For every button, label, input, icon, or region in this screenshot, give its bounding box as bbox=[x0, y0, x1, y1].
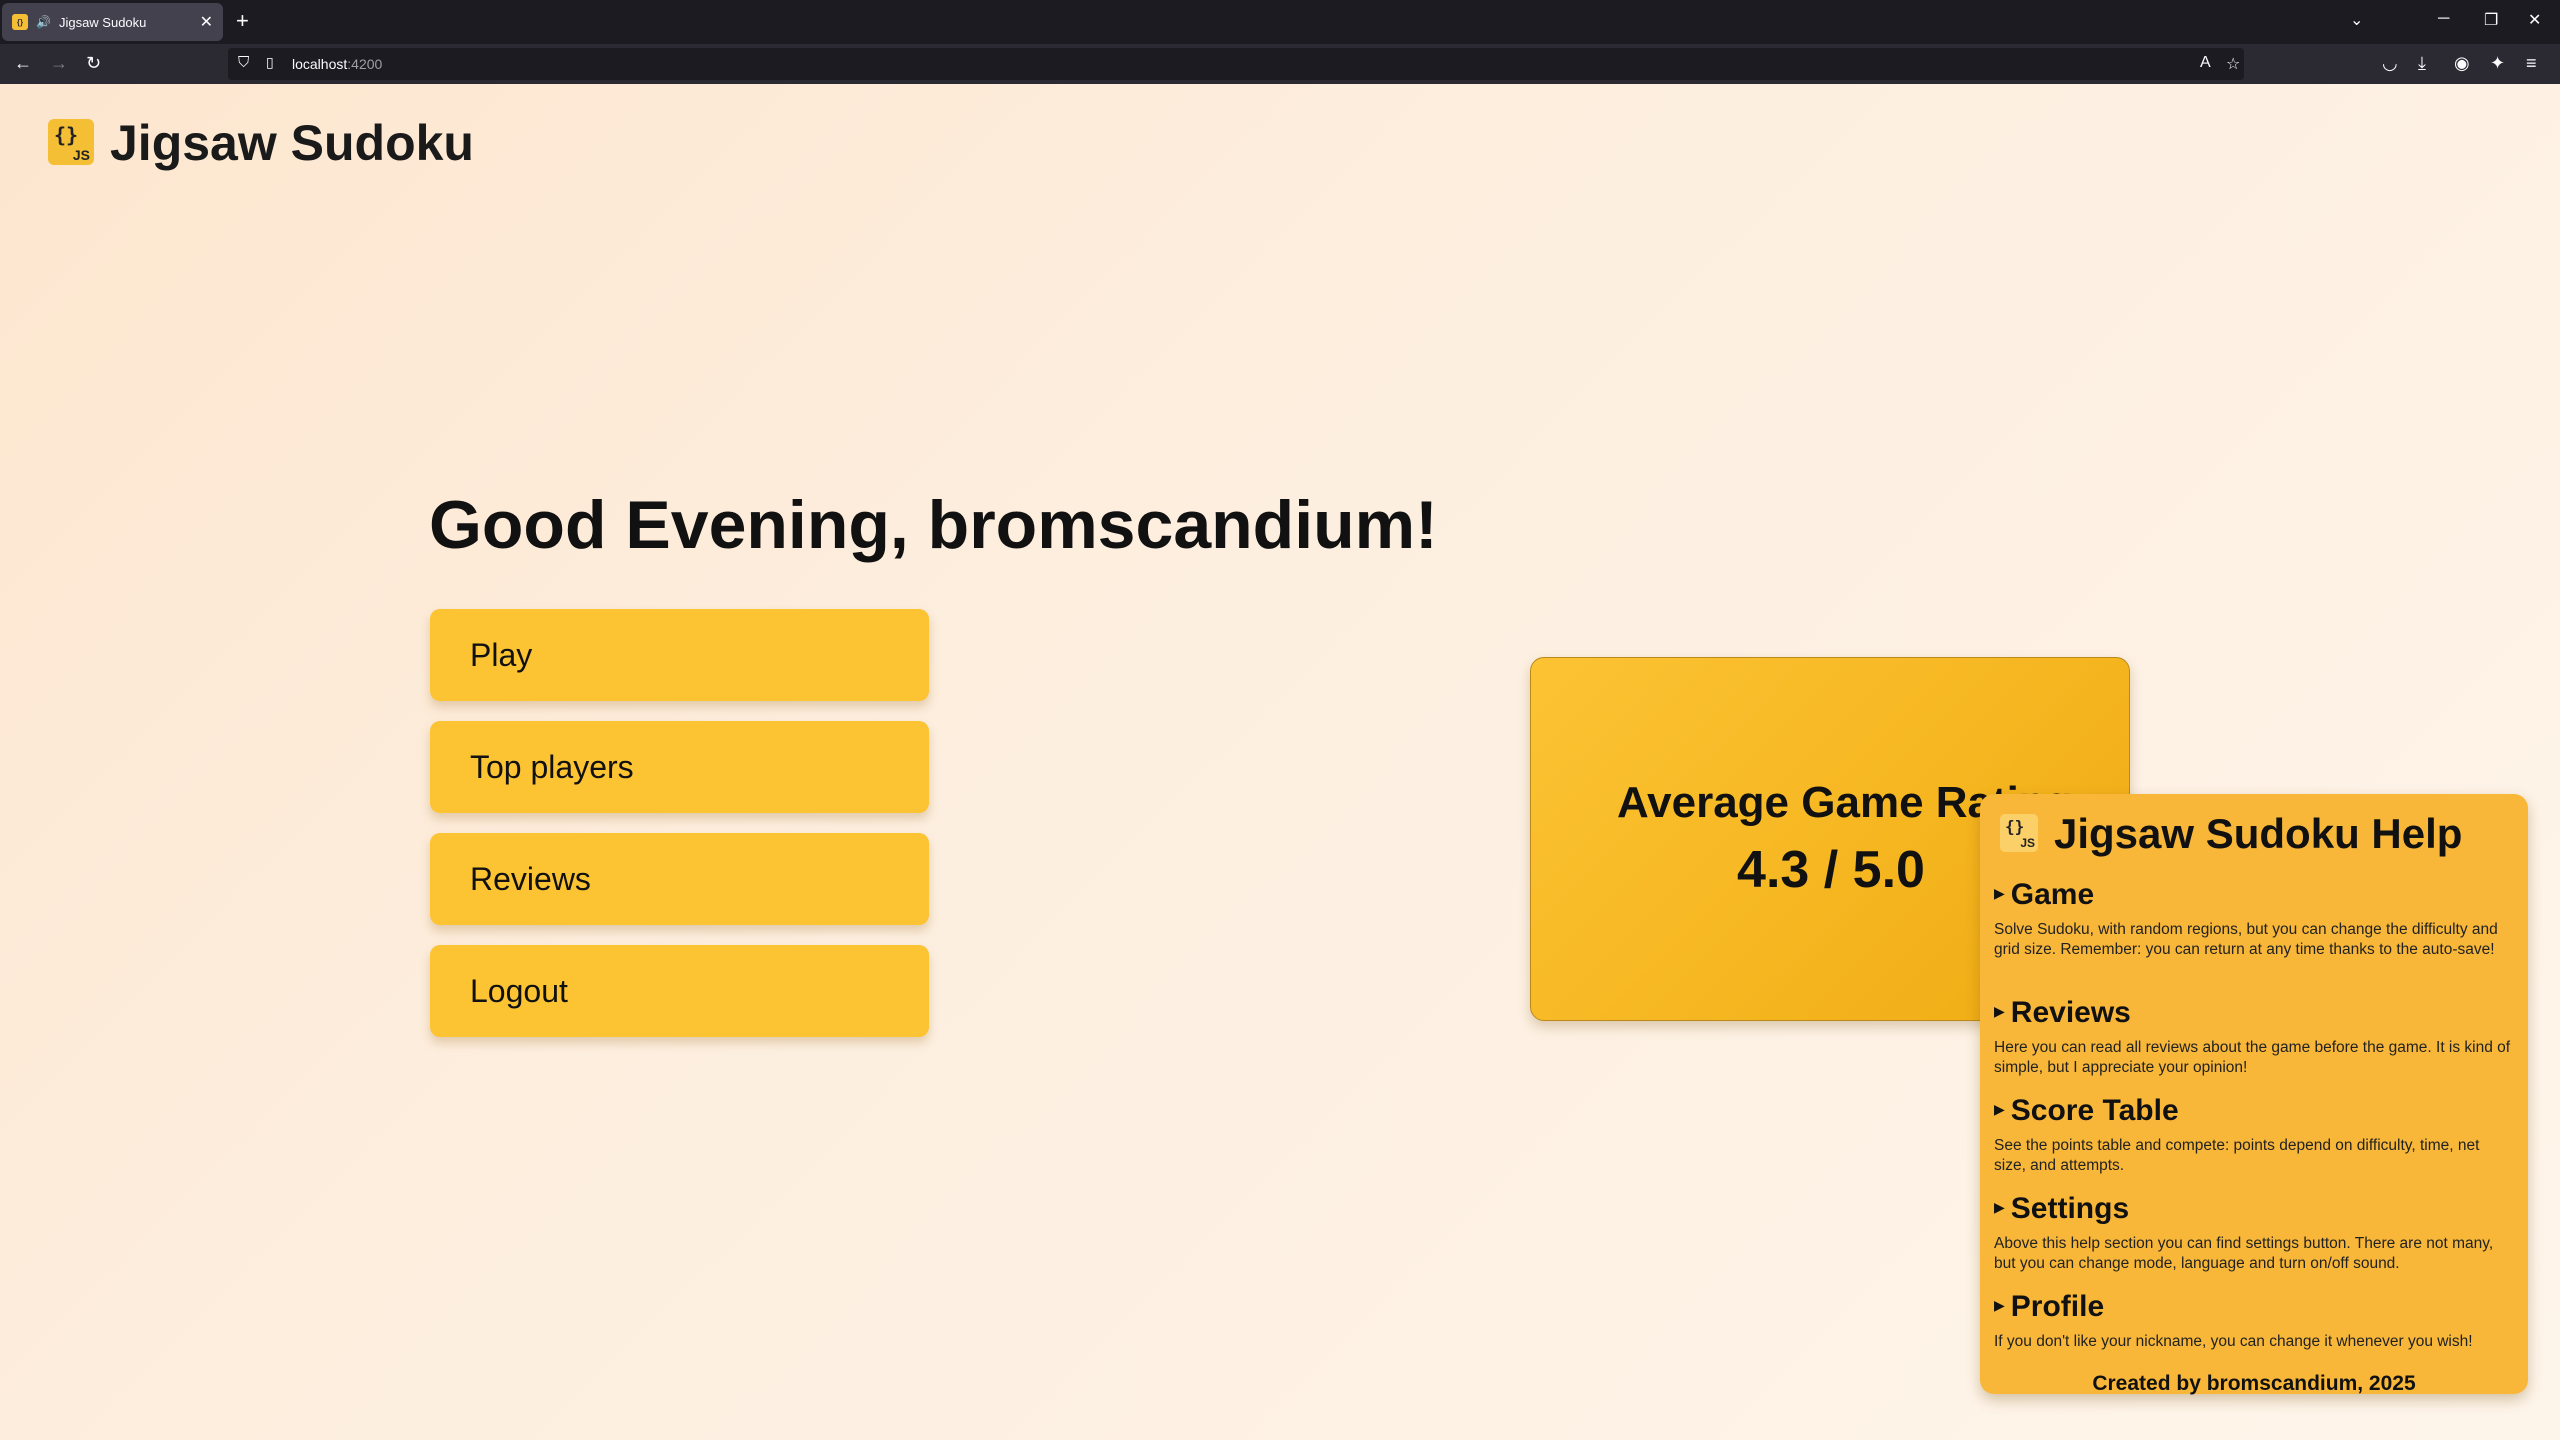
url-bar[interactable]: ⛉ ▯ localhost:4200 A ☆ bbox=[228, 48, 2244, 80]
disclosure-triangle-icon: ▶ bbox=[1994, 1296, 2005, 1313]
translate-icon[interactable]: A bbox=[2200, 54, 2211, 72]
help-title: Jigsaw Sudoku Help bbox=[2054, 810, 2463, 857]
help-section-game-body: Solve Sudoku, with random regions, but y… bbox=[1994, 921, 2498, 958]
help-logo-icon: {} JS bbox=[2000, 814, 2038, 852]
forward-icon[interactable]: → bbox=[50, 52, 68, 74]
help-panel: {} JS Jigsaw Sudoku Help ▶ Game Solve Sud… bbox=[1980, 794, 2528, 1395]
help-section-game[interactable]: ▶ Game bbox=[1994, 878, 2094, 912]
logout-button[interactable]: Logout bbox=[430, 945, 929, 1037]
list-tabs-icon[interactable]: ⌄ bbox=[2350, 10, 2363, 30]
url-text[interactable]: localhost:4200 bbox=[292, 56, 382, 72]
page-icon: ▯ bbox=[266, 54, 274, 70]
shield-icon[interactable]: ⛉ bbox=[238, 54, 249, 71]
help-footer: Created by bromscandium, 2025 bbox=[2092, 1372, 2416, 1395]
help-section-profile-body: If you don't like your nickname, you can… bbox=[1994, 1333, 2473, 1350]
restore-icon[interactable]: ❐ bbox=[2484, 10, 2498, 30]
browser-tab[interactable]: {} 🔊 Jigsaw Sudoku ✕ bbox=[2, 3, 223, 41]
help-section-settings[interactable]: ▶ Settings bbox=[1994, 1192, 2129, 1226]
disclosure-triangle-icon: ▶ bbox=[1994, 1002, 2005, 1019]
help-section-settings-body: Above this help section you can find set… bbox=[1994, 1235, 2494, 1272]
play-button[interactable]: Play bbox=[430, 609, 929, 701]
bookmark-star-icon[interactable]: ☆ bbox=[2226, 54, 2240, 74]
extensions-icon[interactable]: ✦ bbox=[2490, 52, 2505, 74]
reviews-button[interactable]: Reviews bbox=[430, 833, 929, 925]
page: {} JS Jigsaw Sudoku Good Evening, bromsc… bbox=[0, 84, 2560, 1440]
disclosure-triangle-icon: ▶ bbox=[1994, 1198, 2005, 1215]
minimize-icon[interactable]: ─ bbox=[2438, 10, 2449, 28]
top-players-button[interactable]: Top players bbox=[430, 721, 929, 813]
browser-tab-bar: {} 🔊 Jigsaw Sudoku ✕ + ⌄ ─ ❐ ✕ bbox=[0, 0, 2560, 44]
help-section-score-table-body: See the points table and compete: points… bbox=[1994, 1137, 2480, 1174]
help-section-reviews-body: Here you can read all reviews about the … bbox=[1994, 1039, 2511, 1076]
pocket-icon[interactable]: ◡ bbox=[2382, 52, 2398, 74]
greeting-heading: Good Evening, bromscandium! bbox=[429, 487, 1438, 563]
window-close-icon[interactable]: ✕ bbox=[2528, 10, 2541, 30]
help-section-reviews[interactable]: ▶ Reviews bbox=[1994, 996, 2131, 1030]
account-icon[interactable]: ◉ bbox=[2454, 52, 2470, 74]
menu-icon[interactable]: ≡ bbox=[2526, 52, 2537, 74]
tab-title: Jigsaw Sudoku bbox=[58, 14, 147, 30]
app-title: Jigsaw Sudoku bbox=[110, 115, 474, 171]
reload-icon[interactable]: ↻ bbox=[86, 52, 101, 74]
help-section-score-table[interactable]: ▶ Score Table bbox=[1994, 1094, 2179, 1128]
app-logo-icon: {} JS bbox=[48, 119, 94, 165]
help-section-profile[interactable]: ▶ Profile bbox=[1994, 1290, 2104, 1324]
disclosure-triangle-icon: ▶ bbox=[1994, 884, 2005, 901]
new-tab-icon[interactable]: + bbox=[236, 8, 249, 34]
speaker-icon[interactable]: 🔊 bbox=[36, 15, 51, 29]
browser-nav-bar: ← → ↻ ⛉ ▯ localhost:4200 A ☆ ◡ ⤓ ◉ ✦ ≡ bbox=[0, 44, 2560, 84]
downloads-icon[interactable]: ⤓ bbox=[2418, 52, 2426, 74]
back-icon[interactable]: ← bbox=[14, 52, 32, 74]
close-tab-icon[interactable]: ✕ bbox=[200, 12, 213, 32]
favicon-icon: {} bbox=[12, 14, 28, 30]
disclosure-triangle-icon: ▶ bbox=[1994, 1100, 2005, 1117]
